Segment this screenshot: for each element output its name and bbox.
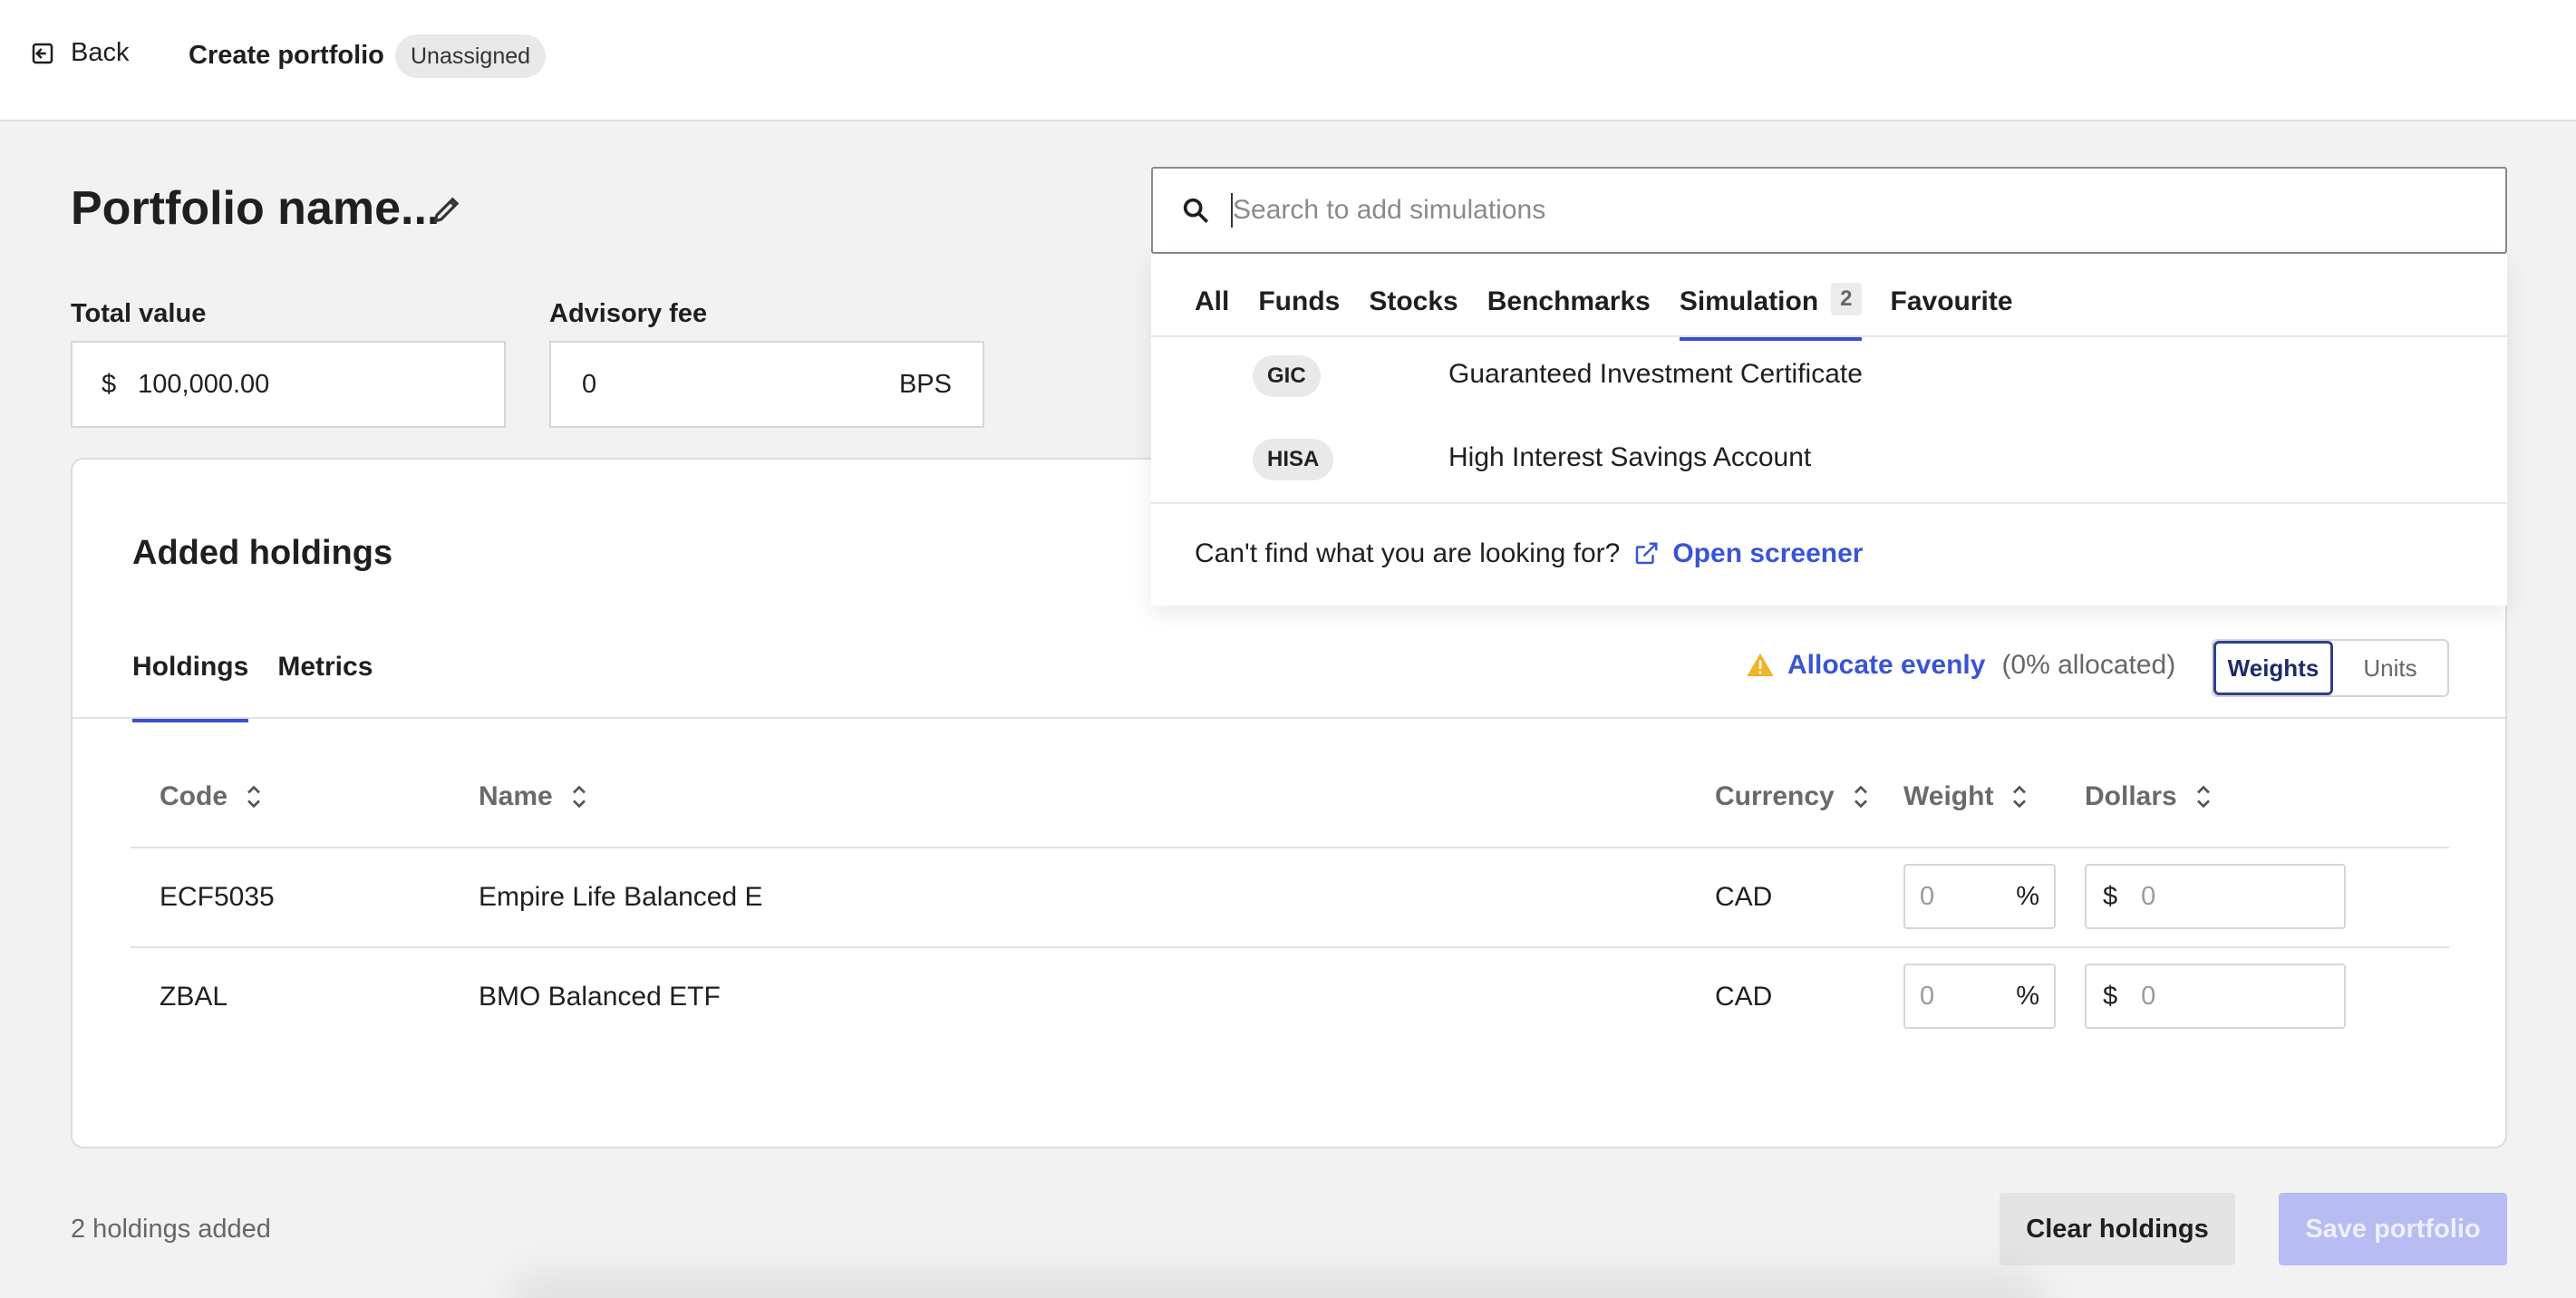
advisory-fee-unit: BPS xyxy=(898,369,952,399)
column-header-code[interactable]: Code xyxy=(160,781,264,812)
dollar-sign: $ xyxy=(2103,881,2118,911)
allocation-status: Allocate evenly (0% allocated) xyxy=(1746,650,2175,681)
back-icon xyxy=(32,43,53,63)
total-value-label: Total value xyxy=(71,299,207,328)
row-code: ZBAL xyxy=(160,982,228,1012)
dollars-input[interactable]: $ 0 xyxy=(2085,864,2346,929)
dollars-placeholder: 0 xyxy=(2141,981,2156,1011)
tab-label: Stocks xyxy=(1369,286,1458,316)
tab-label: Favourite xyxy=(1890,286,2013,316)
search-result-item[interactable]: GIC Guaranteed Investment Certificate xyxy=(1151,337,2507,415)
currency-symbol: $ xyxy=(102,369,117,399)
tab-label: All xyxy=(1195,286,1230,316)
tab-label: Benchmarks xyxy=(1487,286,1651,316)
pencil-icon[interactable] xyxy=(430,192,464,227)
search-footer-text: Can't find what you are looking for? xyxy=(1195,538,1621,568)
clear-holdings-button[interactable]: Clear holdings xyxy=(2000,1193,2235,1265)
result-name: High Interest Savings Account xyxy=(1448,442,1812,472)
search-bar[interactable] xyxy=(1151,167,2507,254)
weight-placeholder: 0 xyxy=(1920,981,1935,1011)
weight-input[interactable]: 0 % xyxy=(1903,864,2056,929)
column-header-currency[interactable]: Currency xyxy=(1715,781,1871,812)
column-label: Dollars xyxy=(2085,781,2177,811)
bottom-shadow xyxy=(508,1269,2048,1298)
column-header-name[interactable]: Name xyxy=(479,781,589,812)
back-label: Back xyxy=(71,38,130,67)
advisory-fee-label: Advisory fee xyxy=(549,299,708,328)
back-button[interactable]: Back xyxy=(29,38,129,68)
page-title: Create portfolio xyxy=(189,41,384,70)
search-filter-tabs: All Funds Stocks Benchmarks Simulation 2… xyxy=(1195,283,2013,341)
percent-sign: % xyxy=(2016,981,2039,1011)
holdings-tabs: Holdings Metrics xyxy=(132,652,373,722)
divider xyxy=(73,717,2505,719)
column-label: Currency xyxy=(1715,781,1835,811)
sort-icon xyxy=(2013,785,2027,809)
units-toggle-option[interactable]: Units xyxy=(2333,641,2447,695)
column-label: Weight xyxy=(1903,781,1994,811)
search-input[interactable] xyxy=(1233,195,2411,226)
top-bar: Back Create portfolio Unassigned xyxy=(0,0,2576,121)
advisory-fee-field[interactable]: 0 BPS xyxy=(549,341,984,428)
sort-icon xyxy=(1854,785,1867,809)
result-code-badge: GIC xyxy=(1253,355,1321,397)
sort-icon xyxy=(247,785,260,809)
tab-simulation[interactable]: Simulation 2 xyxy=(1679,283,1862,341)
row-currency: CAD xyxy=(1715,882,1773,912)
total-value-input[interactable]: 100,000.00 xyxy=(138,370,269,400)
tab-count-badge: 2 xyxy=(1831,283,1862,315)
allocate-evenly-link[interactable]: Allocate evenly xyxy=(1787,650,1985,681)
dollars-placeholder: 0 xyxy=(2141,881,2156,911)
dollar-sign: $ xyxy=(2103,981,2118,1011)
column-header-dollars[interactable]: Dollars xyxy=(2085,781,2213,812)
holdings-count: 2 holdings added xyxy=(71,1215,271,1244)
tab-label: Simulation xyxy=(1679,286,1819,316)
weight-placeholder: 0 xyxy=(1920,881,1935,911)
weight-input[interactable]: 0 % xyxy=(1903,964,2056,1029)
row-name: BMO Balanced ETF xyxy=(479,982,721,1012)
divider xyxy=(1151,502,2507,504)
save-portfolio-button[interactable]: Save portfolio xyxy=(2279,1193,2507,1265)
weights-units-toggle: Weights Units xyxy=(2212,639,2449,697)
column-header-weight[interactable]: Weight xyxy=(1903,781,2029,812)
tab-favourite[interactable]: Favourite xyxy=(1891,286,2013,341)
open-screener-link[interactable]: Open screener xyxy=(1672,538,1863,569)
search-result-item[interactable]: HISA High Interest Savings Account xyxy=(1151,421,2507,499)
column-label: Code xyxy=(160,781,228,811)
tab-funds[interactable]: Funds xyxy=(1258,286,1340,341)
search-footer: Can't find what you are looking for? Ope… xyxy=(1195,538,1863,569)
sort-icon xyxy=(2196,785,2210,809)
result-name: Guaranteed Investment Certificate xyxy=(1448,359,1863,389)
status-badge: Unassigned xyxy=(395,34,547,78)
row-currency: CAD xyxy=(1715,982,1773,1012)
divider xyxy=(131,946,2449,948)
tab-holdings[interactable]: Holdings xyxy=(132,652,249,722)
search-icon xyxy=(1183,198,1209,224)
total-value-field[interactable]: $ 100,000.00 xyxy=(71,341,506,428)
search-dropdown: All Funds Stocks Benchmarks Simulation 2… xyxy=(1151,254,2507,605)
column-label: Name xyxy=(479,781,553,811)
row-code: ECF5035 xyxy=(160,882,275,912)
tab-all[interactable]: All xyxy=(1195,286,1229,341)
weights-toggle-option[interactable]: Weights xyxy=(2213,641,2333,695)
warning-icon xyxy=(1747,653,1774,676)
tab-metrics[interactable]: Metrics xyxy=(277,652,373,722)
advisory-fee-input[interactable]: 0 xyxy=(582,370,596,400)
external-link-icon[interactable] xyxy=(1632,540,1660,567)
sort-icon xyxy=(572,785,586,809)
percent-sign: % xyxy=(2016,881,2039,911)
tab-label: Funds xyxy=(1258,286,1341,316)
allocated-percent: (0% allocated) xyxy=(2001,650,2176,680)
tab-benchmarks[interactable]: Benchmarks xyxy=(1487,286,1651,341)
card-title: Added holdings xyxy=(132,534,393,572)
tab-stocks[interactable]: Stocks xyxy=(1369,286,1457,341)
portfolio-name[interactable]: Portfolio name... xyxy=(71,181,440,236)
row-name: Empire Life Balanced E xyxy=(479,882,763,912)
divider xyxy=(131,847,2449,848)
result-code-badge: HISA xyxy=(1253,439,1334,480)
dollars-input[interactable]: $ 0 xyxy=(2085,964,2346,1029)
